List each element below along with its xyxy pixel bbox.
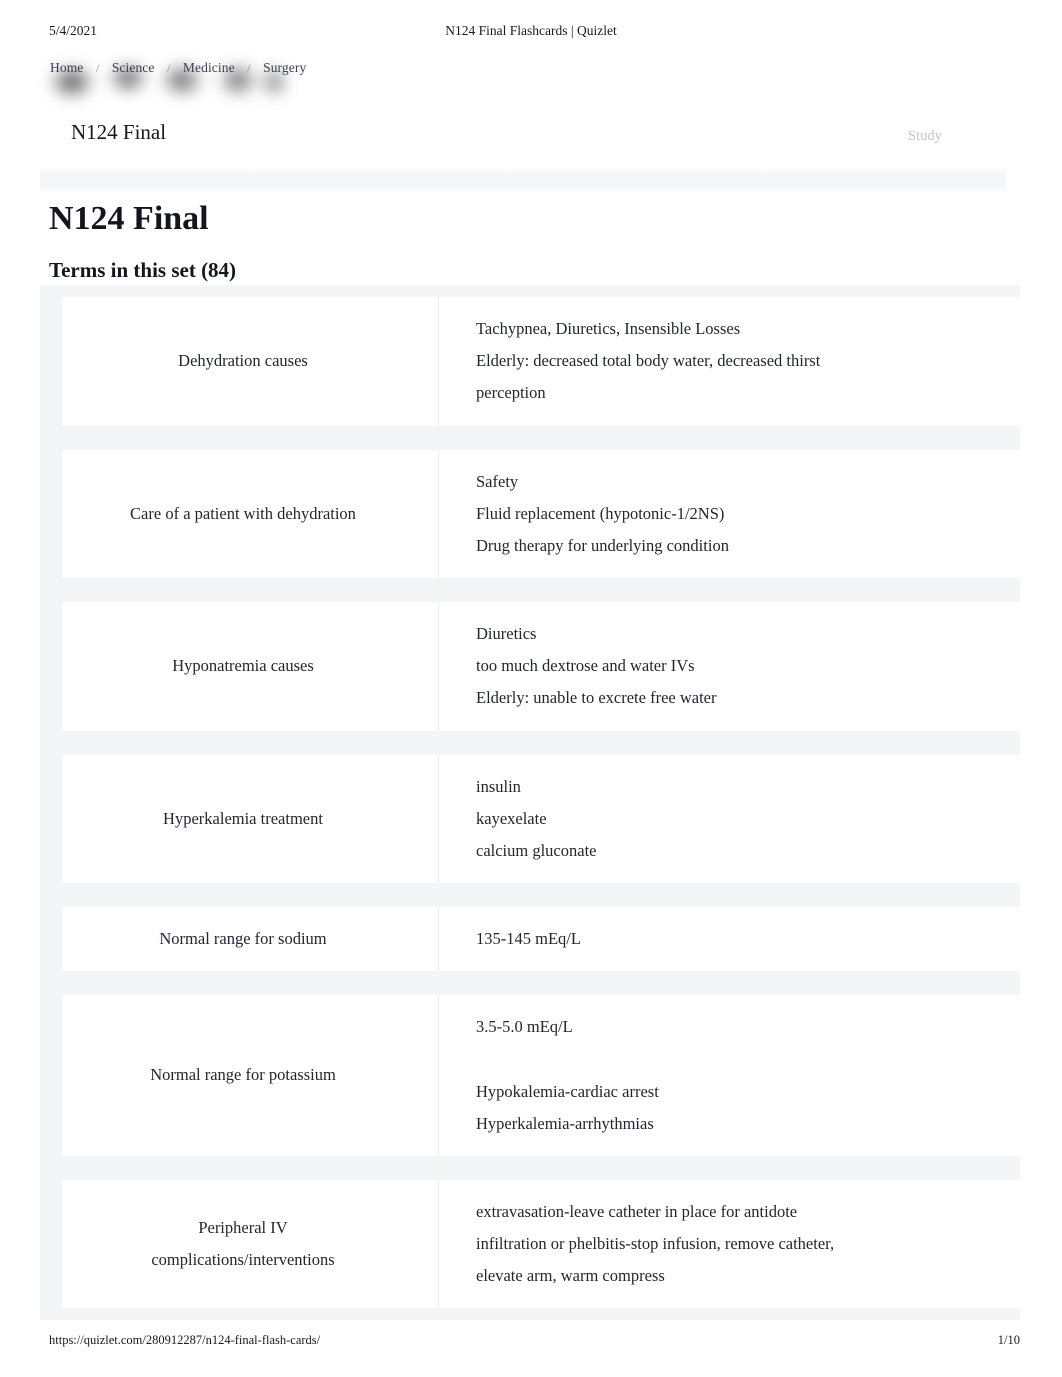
term-lines: Peripheral IV complications/interventions bbox=[151, 1212, 334, 1276]
flashcard-definition[interactable]: insulin kayexelate calcium gluconate bbox=[439, 755, 1020, 884]
definition-lines: insulin kayexelate calcium gluconate bbox=[476, 771, 597, 868]
definition-lines: Diuretics too much dextrose and water IVs… bbox=[476, 618, 717, 715]
term-lines: Care of a patient with dehydration bbox=[130, 498, 356, 530]
flashcard-definition[interactable]: extravasation-leave catheter in place fo… bbox=[439, 1180, 1020, 1309]
flashcard-term[interactable]: Hyperkalemia treatment bbox=[62, 787, 438, 851]
flashcard[interactable]: Peripheral IV complications/interventions… bbox=[62, 1179, 1020, 1309]
flashcard[interactable]: Dehydration causes Tachypnea, Diuretics, … bbox=[62, 297, 1020, 426]
flashcard-term[interactable]: Normal range for sodium bbox=[62, 907, 438, 971]
definition-line: Elderly: decreased total body water, dec… bbox=[476, 351, 821, 371]
term-line: complications/interventions bbox=[151, 1250, 335, 1270]
definition-line: Safety bbox=[476, 471, 519, 491]
breadcrumb: Home / Science / Medicine / Surgery bbox=[48, 60, 308, 76]
definition-lines: 3.5-5.0 mEq/L Hypokalemia-cardiac arrest H… bbox=[476, 1011, 659, 1140]
term-lines: Dehydration causes bbox=[178, 345, 308, 377]
flashcard-row[interactable]: Hyponatremia causes Diuretics too much dex… bbox=[40, 590, 1020, 743]
breadcrumb-separator-icon: / bbox=[95, 61, 100, 75]
print-header: 5/4/2021 N124 Final Flashcards | Quizlet bbox=[0, 23, 1062, 43]
flashcard-term[interactable]: Normal range for potassium bbox=[62, 1043, 438, 1107]
flashcard-term[interactable]: Peripheral IV complications/interventions bbox=[62, 1196, 438, 1292]
definition-lines: Tachypnea, Diuretics, Insensible Losses E… bbox=[476, 313, 820, 410]
definition-line: perception bbox=[476, 383, 546, 403]
study-button[interactable]: Study bbox=[908, 128, 942, 145]
flashcard-term[interactable]: Hyponatremia causes bbox=[62, 634, 438, 698]
print-document-title: N124 Final Flashcards | Quizlet bbox=[445, 23, 617, 38]
flashcard[interactable]: Hyponatremia causes Diuretics too much dex… bbox=[62, 602, 1020, 731]
header-set-title: N124 Final bbox=[71, 120, 167, 144]
site-header: Home / Science / Medicine / Surgery N124… bbox=[0, 48, 1062, 193]
flashcard-row[interactable]: Normal range for potassium 3.5-5.0 mEq/L H… bbox=[40, 983, 1020, 1168]
definition-line: kayexelate bbox=[476, 808, 547, 828]
definition-line: elevate arm, warm compress bbox=[476, 1266, 665, 1286]
flashcard-list: Dehydration causes Tachypnea, Diuretics, … bbox=[40, 285, 1020, 1321]
definition-line: Elderly: unable to excrete free water bbox=[476, 688, 717, 708]
terms-in-set-heading: Terms in this set (84) bbox=[49, 258, 237, 283]
flashcard-definition[interactable]: 3.5-5.0 mEq/L Hypokalemia-cardiac arrest H… bbox=[439, 995, 1020, 1156]
flashcard-row[interactable]: Dehydration causes Tachypnea, Diuretics, … bbox=[40, 285, 1020, 438]
flashcard-row[interactable]: Hyperkalemia treatment insulin kayexelate c… bbox=[40, 742, 1020, 896]
definition-lines: extravasation-leave catheter in place fo… bbox=[476, 1196, 834, 1293]
footer-page-number: 1/10 bbox=[997, 1333, 1020, 1347]
breadcrumb-item-home[interactable]: Home bbox=[48, 60, 85, 75]
flashcard-definition[interactable]: Safety Fluid replacement (hypotonic-1/2NS… bbox=[439, 450, 1020, 579]
flashcard-definition[interactable]: Tachypnea, Diuretics, Insensible Losses E… bbox=[439, 297, 1020, 426]
term-lines: Normal range for potassium bbox=[150, 1059, 336, 1091]
definition-line: Hyperkalemia-arrhythmias bbox=[476, 1113, 654, 1133]
definition-line: infiltration or phelbitis-stop infusion,… bbox=[476, 1234, 835, 1254]
term-line: Normal range for sodium bbox=[159, 929, 327, 949]
term-line: Normal range for potassium bbox=[150, 1065, 336, 1085]
breadcrumb-separator-icon: / bbox=[166, 61, 171, 75]
term-lines: Normal range for sodium bbox=[159, 923, 326, 955]
flashcard-row[interactable]: Peripheral IV complications/interventions… bbox=[40, 1167, 1020, 1321]
definition-line: extravasation-leave catheter in place fo… bbox=[476, 1201, 798, 1221]
flashcard-term[interactable]: Dehydration causes bbox=[62, 329, 438, 393]
flashcard-row[interactable]: Normal range for sodium 135-145 mEq/L bbox=[40, 895, 1020, 984]
definition-line: 3.5-5.0 mEq/L bbox=[476, 1017, 573, 1037]
definition-line: Diuretics bbox=[476, 624, 537, 644]
definition-line: calcium gluconate bbox=[476, 840, 597, 860]
definition-line: Hypokalemia-cardiac arrest bbox=[476, 1081, 659, 1101]
breadcrumb-item-medicine[interactable]: Medicine bbox=[181, 60, 237, 75]
term-line: Peripheral IV bbox=[198, 1218, 288, 1237]
definition-blank-line bbox=[476, 1043, 659, 1075]
term-line: Care of a patient with dehydration bbox=[130, 503, 356, 523]
header-toolbar-band bbox=[40, 167, 1006, 193]
definition-line: Drug therapy for underlying condition bbox=[476, 535, 729, 555]
breadcrumb-item-science[interactable]: Science bbox=[110, 60, 157, 75]
flashcard[interactable]: Care of a patient with dehydration Safety… bbox=[62, 449, 1020, 579]
print-footer: https://quizlet.com/280912287/n124-final… bbox=[0, 1333, 1062, 1351]
definition-line: too much dextrose and water IVs bbox=[476, 656, 695, 676]
definition-line: 135-145 mEq/L bbox=[476, 929, 581, 949]
definition-line: Fluid replacement (hypotonic-1/2NS) bbox=[476, 503, 725, 523]
flashcard-term[interactable]: Care of a patient with dehydration bbox=[62, 482, 438, 546]
flashcard-definition[interactable]: 135-145 mEq/L bbox=[439, 907, 1020, 971]
term-lines: Hyperkalemia treatment bbox=[163, 803, 323, 835]
page-title: N124 Final bbox=[49, 199, 209, 237]
definition-line: Tachypnea, Diuretics, Insensible Losses bbox=[476, 319, 741, 338]
footer-source-url: https://quizlet.com/280912287/n124-final… bbox=[49, 1333, 321, 1347]
term-line: Hyponatremia causes bbox=[172, 656, 314, 676]
definition-line: insulin bbox=[476, 776, 521, 796]
term-lines: Hyponatremia causes bbox=[172, 650, 314, 682]
definition-lines: 135-145 mEq/L bbox=[476, 923, 581, 955]
flashcard[interactable]: Normal range for potassium 3.5-5.0 mEq/L H… bbox=[62, 995, 1020, 1156]
term-line: Hyperkalemia treatment bbox=[163, 808, 323, 828]
breadcrumb-item-surgery[interactable]: Surgery bbox=[261, 60, 308, 75]
flashcard-row[interactable]: Care of a patient with dehydration Safety… bbox=[40, 437, 1020, 591]
flashcard-definition[interactable]: Diuretics too much dextrose and water IVs… bbox=[439, 602, 1020, 731]
flashcard[interactable]: Hyperkalemia treatment insulin kayexelate c… bbox=[62, 754, 1020, 884]
flashcard[interactable]: Normal range for sodium 135-145 mEq/L bbox=[62, 907, 1020, 972]
definition-lines: Safety Fluid replacement (hypotonic-1/2NS… bbox=[476, 466, 729, 563]
term-line: Dehydration causes bbox=[178, 351, 308, 371]
breadcrumb-separator-icon: / bbox=[247, 61, 251, 75]
